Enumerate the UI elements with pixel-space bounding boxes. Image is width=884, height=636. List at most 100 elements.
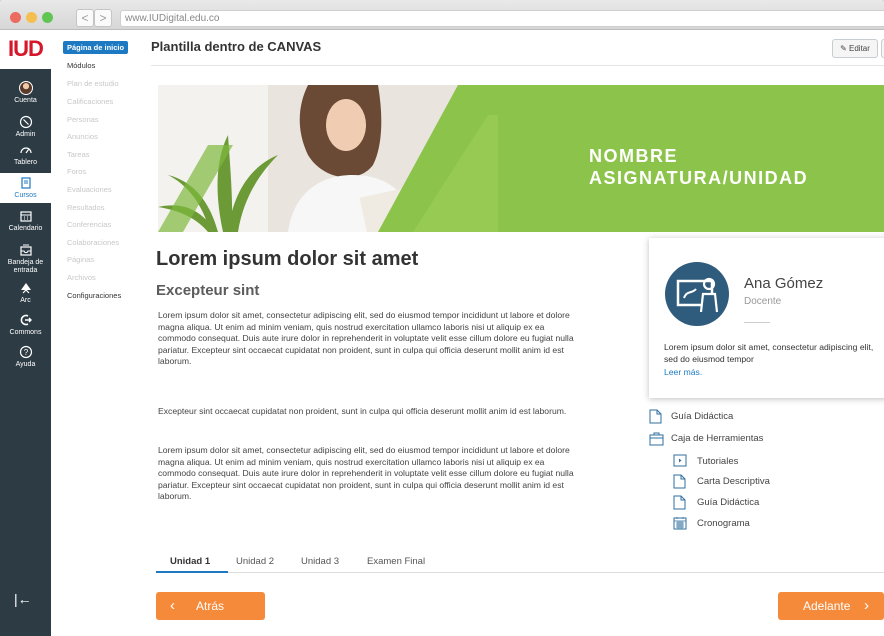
- main-content: Plantilla dentro de CANVAS ✎ Editar NOMB…: [141, 31, 884, 636]
- help-icon: ?: [19, 345, 33, 359]
- course-nav-discussions[interactable]: Foros: [67, 167, 86, 176]
- content-paragraph-1: Lorem ipsum dolor sit amet, consectetur …: [158, 310, 574, 367]
- previous-button[interactable]: ‹ Atrás: [156, 592, 265, 620]
- close-window-button[interactable]: [10, 12, 21, 23]
- banner-photo: [158, 85, 498, 232]
- resource-label: Caja de Herramientas: [671, 433, 764, 444]
- content-heading: Lorem ipsum dolor sit amet: [156, 248, 419, 270]
- global-nav-label: Cuenta: [14, 97, 37, 104]
- course-nav-home[interactable]: Página de inicio: [63, 41, 129, 54]
- global-nav-label: Admin: [15, 131, 36, 138]
- banner-title-line2: ASIGNATURA/UNIDAD: [589, 168, 809, 188]
- next-button[interactable]: Adelante ›: [778, 592, 884, 620]
- tab-unidad-1[interactable]: Unidad 1: [170, 556, 210, 567]
- forward-button[interactable]: >: [94, 9, 112, 27]
- shield-icon: [19, 115, 33, 129]
- course-nav-announcements[interactable]: Anuncios: [67, 132, 98, 141]
- resource-label: Cronograma: [697, 518, 750, 529]
- iud-logo[interactable]: IUD: [0, 31, 51, 69]
- global-nav-label: Arc: [20, 297, 31, 304]
- course-nav-pages[interactable]: Páginas: [67, 255, 94, 264]
- read-more-link[interactable]: Leer más.: [664, 367, 702, 377]
- browser-toolbar: < > www.IUDigital.edu.co: [0, 0, 884, 30]
- collapse-nav-icon[interactable]: |←: [14, 591, 32, 607]
- document-icon: [673, 495, 686, 510]
- resource-schedule-link[interactable]: Cronograma: [673, 516, 750, 531]
- global-nav-calendar[interactable]: Calendario: [0, 209, 51, 233]
- calendar-icon: [673, 516, 687, 531]
- back-button[interactable]: <: [76, 9, 94, 27]
- global-nav-label: Tablero: [14, 159, 37, 166]
- course-nav-settings[interactable]: Configuraciones: [67, 291, 121, 300]
- teacher-icon: [665, 262, 729, 326]
- resource-label: Guía Didáctica: [671, 411, 734, 422]
- arc-icon: [19, 281, 33, 295]
- content-subheading: Excepteur sint: [156, 282, 260, 299]
- teacher-card: Ana Gómez Docente Lorem ipsum dolor sit …: [649, 238, 884, 398]
- course-nav-outcomes[interactable]: Resultados: [67, 203, 105, 212]
- calendar-icon: [19, 209, 33, 223]
- divider: [151, 65, 884, 66]
- inbox-icon: [19, 243, 33, 257]
- course-nav-grades[interactable]: Calificaciones: [67, 97, 113, 106]
- resource-toolbox-link[interactable]: Caja de Herramientas: [649, 431, 764, 446]
- global-nav-account[interactable]: Cuenta: [0, 81, 51, 105]
- global-nav-arc[interactable]: Arc: [0, 281, 51, 305]
- banner-title-line1: NOMBRE: [589, 146, 678, 166]
- course-navigation: Página de inicio Módulos Plan de estudio…: [51, 31, 141, 636]
- chevron-right-icon: ›: [864, 597, 869, 614]
- course-banner: NOMBRE ASIGNATURA/UNIDAD: [158, 85, 884, 232]
- dashboard-icon: [19, 143, 33, 157]
- resource-guide-link[interactable]: Guía Didáctica: [649, 409, 734, 424]
- global-nav-help[interactable]: ? Ayuda: [0, 345, 51, 369]
- pencil-icon: ✎: [840, 44, 847, 53]
- tab-examen-final[interactable]: Examen Final: [367, 556, 425, 567]
- minimize-window-button[interactable]: [26, 12, 37, 23]
- course-nav-conferences[interactable]: Conferencias: [67, 220, 111, 229]
- avatar: [18, 81, 33, 95]
- course-nav-files[interactable]: Archivos: [67, 273, 96, 282]
- course-nav-collaborations[interactable]: Colaboraciones: [67, 238, 119, 247]
- toolbox-icon: [649, 431, 664, 446]
- address-bar[interactable]: www.IUDigital.edu.co: [120, 10, 884, 27]
- resource-tutorials-link[interactable]: Tutoriales: [673, 454, 739, 469]
- teacher-name: Ana Gómez: [744, 275, 824, 292]
- tab-unidad-2[interactable]: Unidad 2: [236, 556, 274, 567]
- course-nav-syllabus[interactable]: Plan de estudio: [67, 79, 119, 88]
- global-nav-label: Calendario: [8, 225, 43, 232]
- document-icon: [649, 409, 662, 424]
- global-nav-label: Bandeja de entrada: [7, 259, 44, 274]
- global-nav-courses[interactable]: Cursos: [0, 173, 51, 203]
- page-title: Plantilla dentro de CANVAS: [151, 39, 322, 54]
- global-navigation: IUD Cuenta Admin Tablero Cursos Calendar…: [0, 31, 51, 636]
- course-nav-modules[interactable]: Módulos: [67, 61, 95, 70]
- teacher-role: Docente: [744, 296, 782, 307]
- content-paragraph-3: Lorem ipsum dolor sit amet, consectetur …: [158, 445, 574, 502]
- banner-title: NOMBRE ASIGNATURA/UNIDAD: [589, 145, 808, 189]
- edit-button[interactable]: ✎ Editar: [832, 39, 878, 58]
- previous-button-label: Atrás: [196, 599, 225, 613]
- global-nav-label: Ayuda: [15, 361, 36, 368]
- course-nav-quizzes[interactable]: Evaluaciones: [67, 185, 112, 194]
- commons-icon: [19, 313, 33, 327]
- document-icon: [673, 474, 686, 489]
- resource-label: Tutoriales: [697, 456, 739, 467]
- next-button-label: Adelante: [803, 599, 851, 613]
- edit-button-label: Editar: [849, 44, 870, 53]
- chevron-left-icon: ‹: [170, 597, 175, 614]
- resource-guide2-link[interactable]: Guía Didáctica: [673, 495, 760, 510]
- course-nav-assignments[interactable]: Tareas: [67, 150, 90, 159]
- global-nav-dashboard[interactable]: Tablero: [0, 143, 51, 167]
- tab-unidad-3[interactable]: Unidad 3: [301, 556, 339, 567]
- global-nav-admin[interactable]: Admin: [0, 115, 51, 139]
- global-nav-commons[interactable]: Commons: [0, 313, 51, 337]
- course-nav-people[interactable]: Personas: [67, 115, 99, 124]
- resource-label: Guía Didáctica: [697, 497, 760, 508]
- book-icon: [19, 176, 33, 190]
- divider: [744, 322, 770, 323]
- global-nav-inbox[interactable]: Bandeja de entrada: [0, 243, 51, 275]
- resource-letter-link[interactable]: Carta Descriptiva: [673, 474, 770, 489]
- maximize-window-button[interactable]: [42, 12, 53, 23]
- video-icon: [673, 454, 687, 469]
- active-tab-indicator: [156, 571, 228, 573]
